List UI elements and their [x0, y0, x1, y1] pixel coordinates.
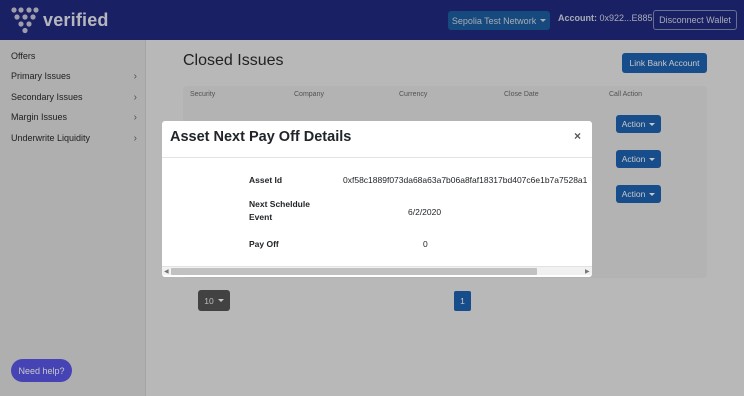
modal-header: Asset Next Pay Off Details ×: [162, 121, 592, 158]
next-schedule-event-value: 6/2/2020: [408, 207, 442, 217]
scrollbar-thumb[interactable]: [171, 268, 537, 275]
asset-id-label: Asset Id: [249, 175, 283, 185]
asset-id-value: 0xf58c1889f073da68a63a7b06a8faf18317bd40…: [343, 175, 588, 185]
pay-off-value: 0: [423, 239, 428, 249]
pay-off-label: Pay Off: [249, 239, 279, 249]
horizontal-scrollbar[interactable]: ◀ ▶: [162, 266, 592, 275]
scroll-right-icon[interactable]: ▶: [585, 268, 590, 275]
scroll-left-icon[interactable]: ◀: [164, 268, 169, 275]
close-icon[interactable]: ×: [574, 129, 581, 143]
modal-title: Asset Next Pay Off Details: [170, 129, 352, 145]
asset-payoff-modal: Asset Next Pay Off Details × Asset Id 0x…: [162, 121, 592, 277]
next-schedule-event-label: Next Scheldule Event: [249, 199, 310, 222]
